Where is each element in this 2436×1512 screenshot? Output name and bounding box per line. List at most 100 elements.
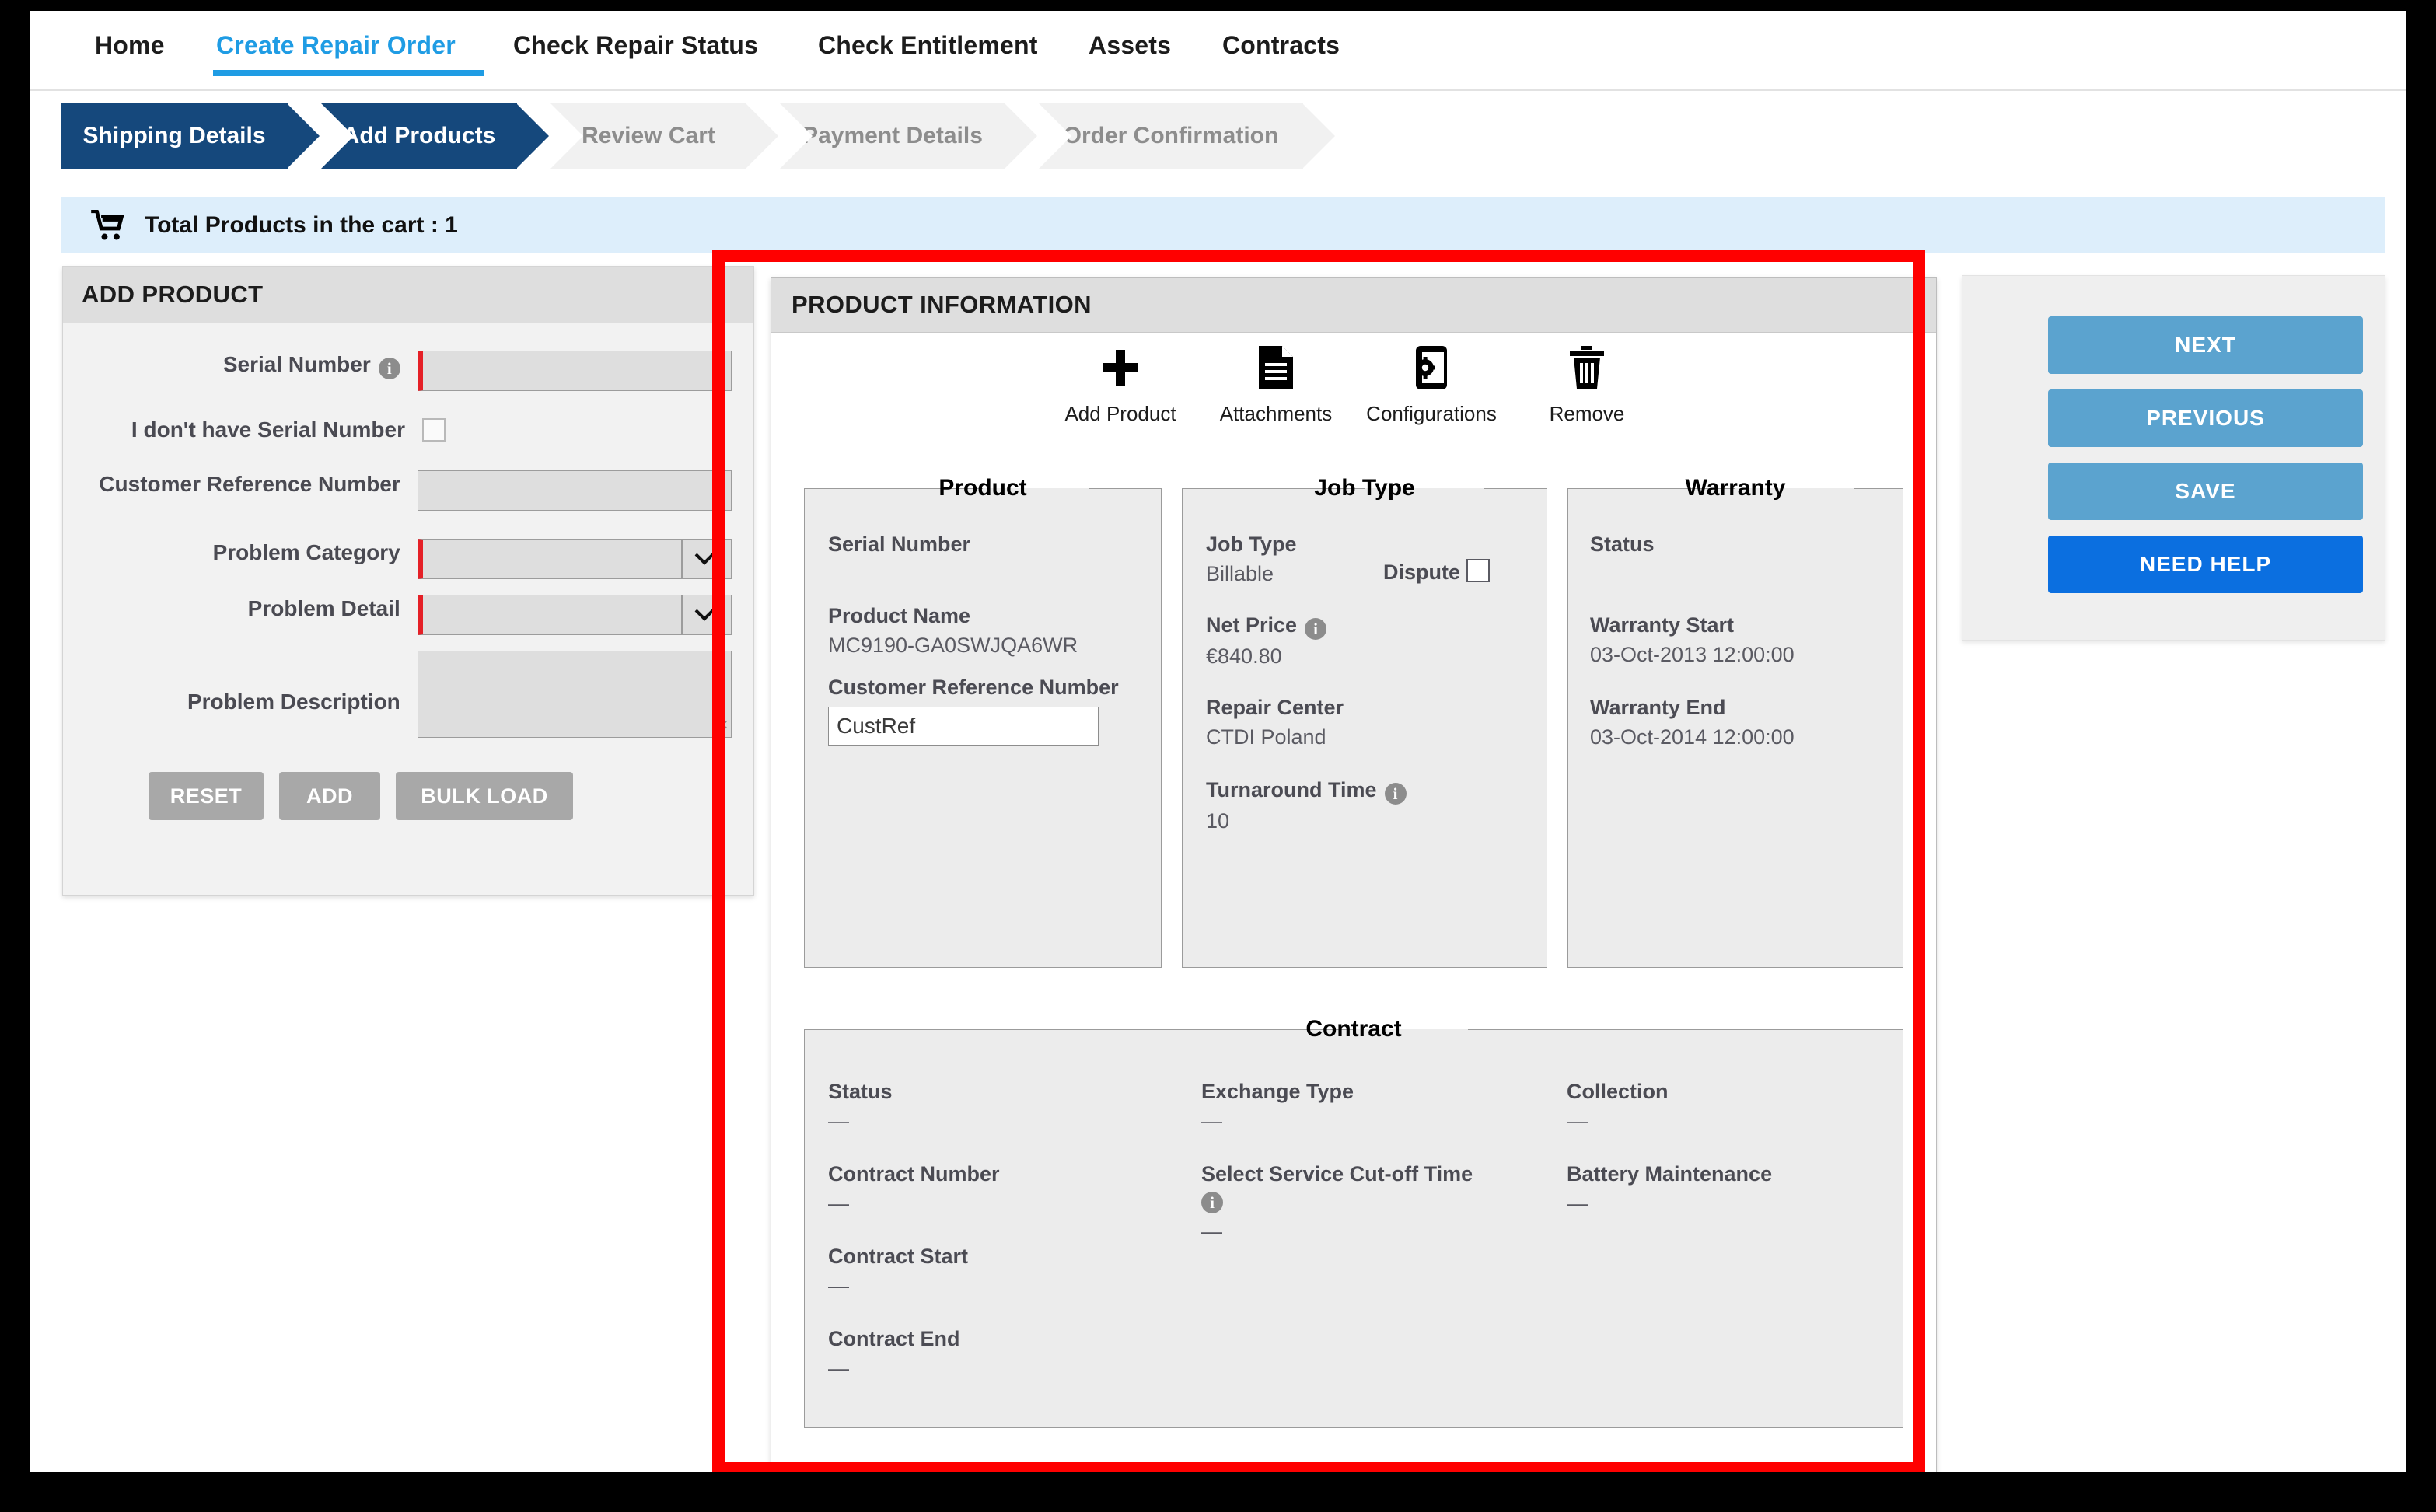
toolbar-configurations-label: Configurations <box>1366 402 1497 425</box>
warranty-start-field: Warranty Start 03-Oct-2013 12:00:00 <box>1590 612 1795 668</box>
contract-start-field: Contract Start — <box>828 1243 968 1299</box>
screenshot-frame: Home Create Repair Order Check Repair St… <box>0 0 2436 1512</box>
main-navigation: Home Create Repair Order Check Repair St… <box>30 11 2406 91</box>
contract-start-value: — <box>828 1274 849 1297</box>
exchange-type-value: — <box>1201 1109 1222 1133</box>
product-toolbar: Add Product Attachments Configurations R… <box>771 338 1936 447</box>
step-add-products[interactable]: Add Products <box>321 103 549 169</box>
chevron-down-icon <box>681 595 726 634</box>
warranty-fieldset: Warranty Status Warranty Start 03-Oct-20… <box>1567 475 1903 968</box>
plus-icon <box>1099 338 1142 397</box>
nav-item-create-repair-order[interactable]: Create Repair Order <box>216 31 456 60</box>
next-button[interactable]: NEXT <box>2048 316 2363 374</box>
product-information-panel: PRODUCT INFORMATION Add Product Attachme… <box>771 277 1937 1472</box>
nav-item-check-repair-status[interactable]: Check Repair Status <box>513 31 758 60</box>
nav-item-home[interactable]: Home <box>95 31 165 60</box>
warranty-start-value: 03-Oct-2013 12:00:00 <box>1590 643 1795 666</box>
exchange-type-label: Exchange Type <box>1201 1080 1354 1103</box>
contract-status-value: — <box>828 1109 849 1133</box>
problem-category-select[interactable] <box>417 539 732 579</box>
product-name-label: Product Name <box>828 604 971 627</box>
device-gear-icon <box>1414 338 1449 397</box>
job-type-field: Job Type Billable <box>1206 531 1297 587</box>
repair-center-label: Repair Center <box>1206 696 1344 719</box>
save-button[interactable]: SAVE <box>2048 463 2363 520</box>
contract-fieldset: Contract Status — Contract Number — Cont… <box>804 1016 1903 1428</box>
job-type-fieldset-legend: Job Type <box>1314 475 1415 501</box>
toolbar-add-product-label: Add Product <box>1064 402 1176 425</box>
nav-item-assets[interactable]: Assets <box>1089 31 1171 60</box>
service-cutoff-field: Select Service Cut-off Time i — <box>1201 1161 1473 1245</box>
toolbar-configurations[interactable]: Configurations <box>1365 338 1498 447</box>
product-name-value: MC9190-GA0SWJQA6WR <box>828 634 1078 657</box>
field-row-problem-category: Problem Category <box>63 539 732 579</box>
step-review-cart[interactable]: Review Cart <box>550 103 778 169</box>
contract-status-field: Status — <box>828 1078 893 1134</box>
add-product-panel: ADD PRODUCT Serial Number i I don't have … <box>62 266 754 896</box>
field-row-problem-description: Problem Description <box>63 651 732 738</box>
battery-maintenance-label: Battery Maintenance <box>1567 1162 1773 1186</box>
add-button[interactable]: ADD <box>279 772 380 820</box>
contract-number-field: Contract Number — <box>828 1161 1000 1217</box>
previous-button[interactable]: PREVIOUS <box>2048 389 2363 447</box>
warranty-start-label: Warranty Start <box>1590 613 1735 637</box>
product-customer-reference-input[interactable] <box>828 707 1099 746</box>
repair-center-value: CTDI Poland <box>1206 725 1326 749</box>
field-row-no-serial-number: I don't have Serial Number <box>63 416 732 444</box>
step-payment-details[interactable]: Payment Details <box>780 103 1037 169</box>
product-customer-reference-label: Customer Reference Number <box>828 676 1119 699</box>
problem-description-label: Problem Description <box>187 690 400 714</box>
field-row-problem-detail: Problem Detail <box>63 595 732 635</box>
step-wizard: Shipping Details Add Products Review Car… <box>30 91 2406 186</box>
problem-category-label: Problem Category <box>212 540 400 564</box>
need-help-button[interactable]: NEED HELP <box>2048 536 2363 593</box>
nav-item-check-entitlement[interactable]: Check Entitlement <box>818 31 1038 60</box>
contract-start-label: Contract Start <box>828 1245 969 1268</box>
toolbar-attachments[interactable]: Attachments <box>1210 338 1342 447</box>
collection-field: Collection — <box>1567 1078 1669 1134</box>
contract-end-label: Contract End <box>828 1327 960 1350</box>
serial-number-input[interactable] <box>417 351 732 391</box>
trash-icon <box>1568 338 1606 397</box>
nav-item-contracts[interactable]: Contracts <box>1222 31 1340 60</box>
problem-description-textarea[interactable] <box>417 651 732 738</box>
add-product-panel-header: ADD PRODUCT <box>63 267 753 323</box>
product-information-header: PRODUCT INFORMATION <box>771 278 1936 333</box>
product-fieldset: Product Serial Number Product Name MC919… <box>804 475 1162 968</box>
add-product-title: ADD PRODUCT <box>82 281 264 308</box>
nav-active-underline <box>213 70 484 76</box>
step-shipping-details[interactable]: Shipping Details <box>61 103 320 169</box>
step-order-confirmation[interactable]: Order Confirmation <box>1039 103 1335 169</box>
battery-maintenance-field: Battery Maintenance — <box>1567 1161 1772 1217</box>
customer-reference-input[interactable] <box>417 470 732 511</box>
dispute-checkbox[interactable] <box>1466 559 1491 582</box>
warranty-end-label: Warranty End <box>1590 696 1726 719</box>
no-serial-number-checkbox[interactable] <box>422 418 446 442</box>
dispute-field: Dispute <box>1383 559 1491 585</box>
serial-number-info-icon[interactable]: i <box>378 358 400 379</box>
reset-button[interactable]: RESET <box>149 772 264 820</box>
product-serial-number-label: Serial Number <box>828 533 971 556</box>
job-type-value: Billable <box>1206 562 1274 585</box>
product-serial-number-field: Serial Number <box>828 531 970 560</box>
service-cutoff-info-icon[interactable]: i <box>1201 1192 1223 1213</box>
problem-detail-select[interactable] <box>417 595 732 635</box>
bulk-load-button[interactable]: BULK LOAD <box>396 772 573 820</box>
chevron-down-icon <box>681 540 726 578</box>
net-price-info-icon[interactable]: i <box>1305 618 1327 640</box>
product-fieldset-legend: Product <box>938 475 1027 501</box>
no-serial-number-label: I don't have Serial Number <box>131 417 405 442</box>
customer-reference-label: Customer Reference Number <box>99 472 400 496</box>
resize-grip-icon[interactable] <box>714 720 728 734</box>
turnaround-time-info-icon[interactable]: i <box>1384 783 1407 805</box>
toolbar-remove[interactable]: Remove <box>1521 338 1653 447</box>
warranty-end-field: Warranty End 03-Oct-2014 12:00:00 <box>1590 694 1795 750</box>
warranty-end-value: 03-Oct-2014 12:00:00 <box>1590 725 1795 749</box>
problem-detail-label: Problem Detail <box>247 596 400 620</box>
service-cutoff-value: — <box>1201 1220 1222 1243</box>
toolbar-add-product[interactable]: Add Product <box>1054 338 1187 447</box>
product-name-field: Product Name MC9190-GA0SWJQA6WR <box>828 602 1078 658</box>
contract-fieldset-legend: Contract <box>1305 1016 1402 1042</box>
document-icon <box>1257 338 1295 397</box>
serial-number-label: Serial Number i <box>63 351 400 379</box>
